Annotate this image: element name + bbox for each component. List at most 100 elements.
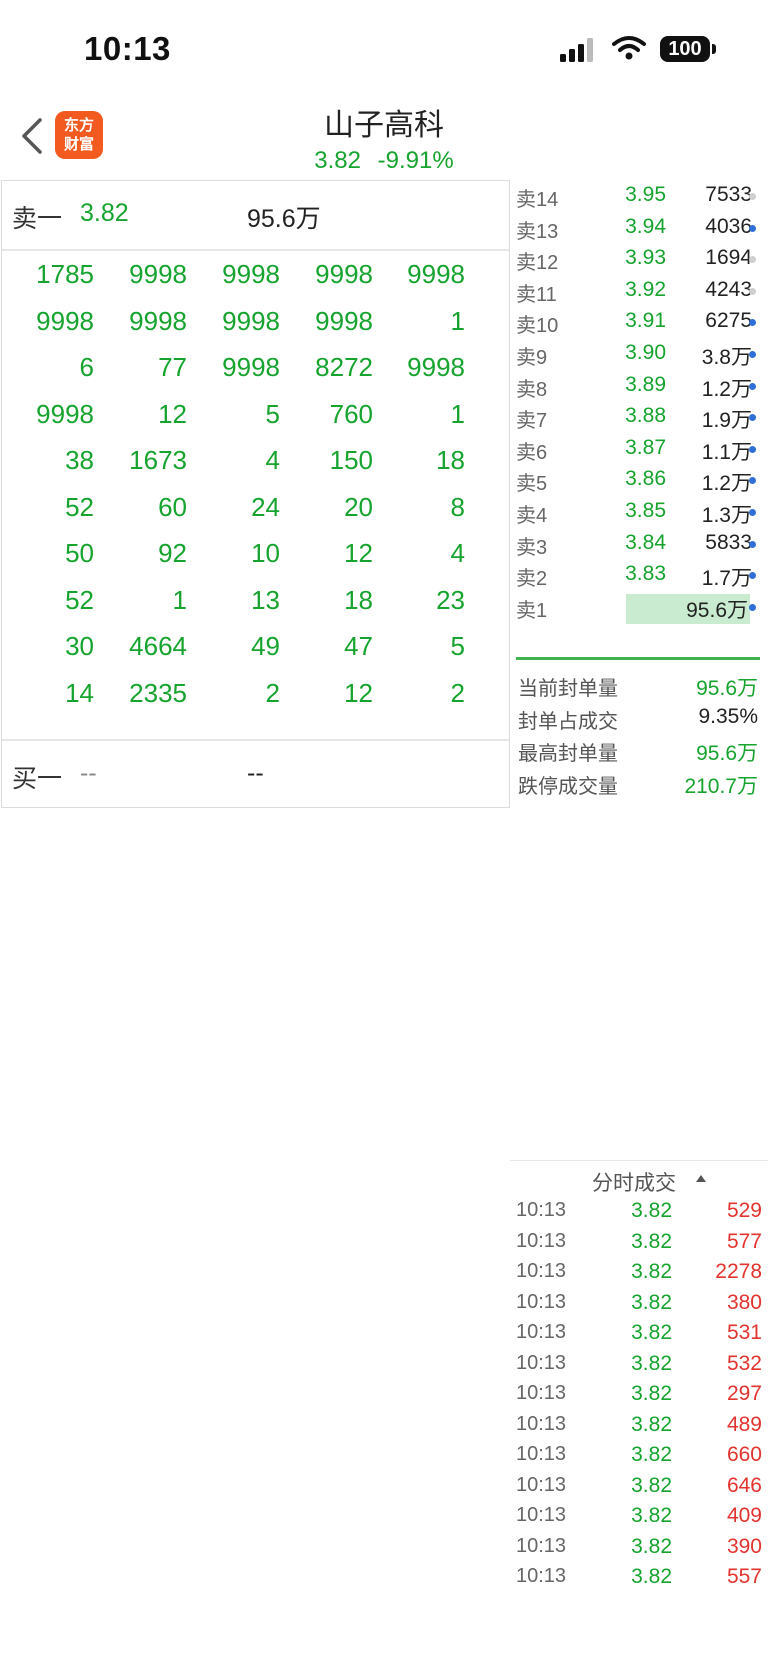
order-book-row[interactable]: 卖2 3.83 1.7万: [510, 559, 768, 592]
queue-cell: 2: [265, 677, 280, 708]
tick-row: 10:13 3.82 531: [510, 1318, 768, 1348]
stat-label: 当前封单量: [518, 678, 618, 700]
queue-cell: 9998: [315, 305, 373, 336]
tick-price: 3.82: [631, 1260, 672, 1283]
grid-row: 52 1 13 18 23: [2, 577, 509, 626]
tick-volume: 646: [726, 1473, 762, 1497]
queue-cell: 77: [158, 352, 187, 382]
order-book-row[interactable]: 卖10 3.91 6275: [510, 306, 768, 339]
queue-cell: 60: [158, 491, 187, 522]
sort-asc-icon[interactable]: [696, 1175, 706, 1182]
queue-cell: 8272: [315, 352, 373, 382]
tick-volume: 297: [726, 1382, 762, 1405]
tick-row: 10:13 3.82 409: [510, 1501, 768, 1531]
tick-volume: 577: [726, 1229, 762, 1253]
queue-cell: 14: [65, 677, 94, 708]
grid-row: 50 92 10 12 4: [2, 530, 509, 579]
ticks-title: 分时成交: [592, 1172, 676, 1195]
book-level-label: 卖13: [516, 220, 559, 243]
order-book-row[interactable]: 卖8 3.89 1.2万: [510, 370, 768, 403]
order-book-row[interactable]: 卖7 3.88 1.9万: [510, 401, 768, 434]
book-price: 3.90: [625, 341, 666, 364]
buy1-label: 买一: [12, 765, 63, 793]
order-dot-icon: [749, 540, 756, 548]
tick-volume: 489: [726, 1412, 762, 1436]
tick-price: 3.82: [631, 1290, 672, 1314]
order-book-row[interactable]: 卖4 3.85 1.3万: [510, 496, 768, 529]
book-price: 3.87: [625, 435, 666, 459]
order-book-row[interactable]: 卖13.8295.6万: [510, 591, 768, 624]
queue-panel: 卖一 3.82 95.6万 1785 9998 9998 9998 9998 9998 99…: [1, 180, 510, 808]
book-volume: 5833: [705, 530, 752, 554]
tick-price: 3.82: [631, 1412, 672, 1436]
header-change-pct: -9.91%: [377, 147, 454, 174]
book-level-label: 卖7: [516, 410, 548, 433]
order-book-row[interactable]: 卖13 3.94 4036: [510, 212, 768, 245]
order-book-row[interactable]: 卖5 3.86 1.2万: [510, 464, 768, 497]
book-price: 3.95: [625, 183, 666, 206]
tick-row: 10:13 3.82 532: [510, 1349, 768, 1379]
book-price: 3.94: [625, 214, 666, 238]
tick-price: 3.82: [631, 1443, 672, 1466]
sell1-volume: 95.6万: [247, 205, 321, 233]
order-dot-icon: [749, 445, 756, 453]
book-price: 3.92: [625, 277, 666, 301]
queue-cell: 9998: [315, 259, 373, 289]
queue-cell: 1: [450, 305, 465, 336]
buy1-row[interactable]: 买一 -- --: [2, 739, 509, 809]
queue-cell: 4: [265, 445, 280, 475]
queue-cell: 52: [65, 584, 94, 615]
tick-time: 10:13: [516, 1534, 567, 1557]
tick-price: 3.82: [631, 1229, 672, 1253]
tick-volume: 532: [726, 1351, 762, 1375]
book-volume: 1.1万: [701, 440, 752, 464]
queue-cell: 9998: [36, 398, 94, 429]
price-subtitle: 3.82 -9.91%: [0, 147, 768, 175]
queue-cell: 10: [251, 538, 280, 568]
book-volume: 6275: [705, 309, 752, 333]
order-book-row[interactable]: 卖3 3.84 5833: [510, 528, 768, 561]
book-volume: 1694: [705, 246, 752, 270]
tick-time: 10:13: [516, 1412, 567, 1435]
tick-price: 3.82: [631, 1534, 672, 1558]
order-book-row[interactable]: 卖12 3.93 1694: [510, 243, 768, 276]
queue-cell: 9998: [222, 352, 280, 382]
queue-cell: 47: [344, 631, 373, 661]
book-level-label: 卖11: [516, 283, 557, 306]
queue-cell: 6: [79, 352, 94, 382]
order-dot-icon: [749, 603, 756, 611]
buy1-price: --: [80, 759, 97, 787]
stat-label: 封单占成交: [518, 710, 618, 733]
queue-cell: 1785: [36, 259, 94, 289]
page-title: 山子高科: [324, 109, 444, 142]
order-dot-icon: [749, 193, 756, 200]
queue-cell: 38: [65, 445, 94, 475]
order-book-row[interactable]: 卖6 3.87 1.1万: [510, 433, 768, 466]
order-book-row[interactable]: 卖9 3.90 3.8万: [510, 338, 768, 371]
grid-row: 30 4664 49 47 5: [2, 623, 509, 672]
tick-time: 10:13: [516, 1443, 567, 1465]
tick-volume: 2278: [715, 1260, 762, 1283]
book-level-label: 卖14: [516, 189, 559, 211]
queue-cell: 9998: [222, 259, 280, 289]
ticks-header[interactable]: 分时成交: [510, 1160, 768, 1197]
queue-cell: 24: [251, 491, 280, 522]
queue-cell: 9998: [407, 352, 465, 382]
book-volume: 7533: [705, 183, 752, 206]
order-book-row[interactable]: 卖14 3.95 7533: [510, 180, 768, 213]
book-price: 3.88: [625, 404, 666, 428]
queue-cell: 50: [65, 538, 94, 568]
order-book-row[interactable]: 卖11 3.92 4243: [510, 275, 768, 308]
book-volume: 4243: [705, 277, 752, 301]
tick-time: 10:13: [516, 1382, 567, 1404]
grid-row: 9998 12 5 760 1: [2, 391, 509, 440]
book-volume: 1.3万: [701, 504, 752, 527]
book-price: 3.91: [625, 309, 666, 333]
sell1-row[interactable]: 卖一 3.82 95.6万: [2, 181, 509, 251]
stat-label: 跌停成交量: [518, 775, 618, 798]
book-price: 3.84: [625, 530, 666, 554]
stat-row: 当前封单量 95.6万: [516, 669, 762, 702]
book-price: 3.85: [625, 499, 666, 522]
queue-cell: 49: [251, 631, 280, 661]
stat-row: 最高封单量 95.6万: [516, 734, 762, 767]
